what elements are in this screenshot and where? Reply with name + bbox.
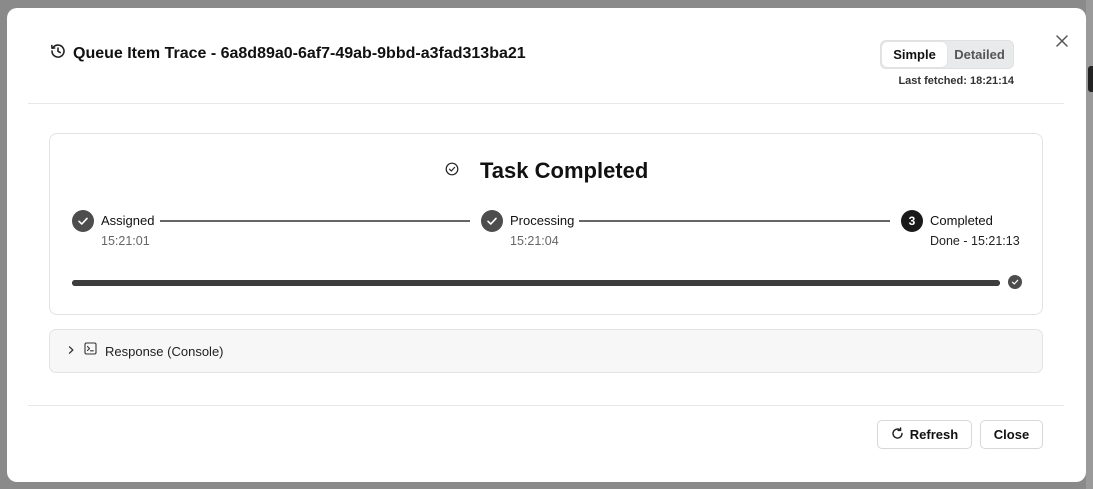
dialog-header: Queue Item Trace - 6a8d89a0-6af7-49ab-9b… [50, 43, 526, 64]
step-time: Done - 15:21:13 [930, 234, 1020, 248]
progress-fill [72, 280, 1000, 286]
status-card: Task Completed Assigned 15:21:01 Process… [49, 133, 1043, 315]
last-fetched: Last fetched: 18:21:14 [898, 75, 1014, 87]
terminal-icon [84, 342, 97, 360]
progress-bar [72, 280, 1000, 286]
backdrop [1086, 0, 1093, 489]
history-icon [50, 43, 66, 64]
status-heading: Task Completed [445, 158, 648, 184]
step-label: Completed [930, 213, 993, 228]
step-time: 15:21:04 [510, 234, 559, 248]
refresh-label: Refresh [909, 427, 959, 442]
response-label: Response (Console) [105, 343, 224, 359]
toggle-detailed[interactable]: Detailed [947, 42, 1012, 67]
close-label: Close [993, 427, 1030, 442]
check-circle-icon [445, 162, 459, 181]
step-label: Processing [510, 213, 575, 228]
progress-check-icon [1008, 275, 1022, 289]
step-connector [160, 220, 470, 222]
step-processing: Processing 15:21:04 [481, 210, 574, 248]
step-time: 15:21:01 [101, 234, 150, 248]
status-title: Task Completed [480, 158, 649, 183]
step-assigned: Assigned 15:21:01 [72, 210, 154, 248]
header-divider [28, 103, 1064, 104]
background-element [1088, 66, 1093, 92]
refresh-button[interactable]: Refresh [877, 420, 972, 449]
footer-divider [28, 405, 1064, 406]
step-number: 3 [901, 210, 923, 232]
check-icon [72, 210, 94, 232]
toggle-simple[interactable]: Simple [882, 42, 947, 67]
step-label: Assigned [101, 213, 155, 228]
refresh-icon [891, 426, 904, 443]
step-completed: 3 Completed Done - 15:21:13 [901, 210, 1020, 248]
view-toggle: Simple Detailed [880, 40, 1014, 69]
close-icon[interactable] [1053, 32, 1071, 50]
dialog-title: Queue Item Trace - 6a8d89a0-6af7-49ab-9b… [73, 44, 526, 62]
queue-item-trace-dialog: Queue Item Trace - 6a8d89a0-6af7-49ab-9b… [7, 8, 1086, 482]
close-button[interactable]: Close [980, 420, 1043, 449]
response-accordion[interactable]: Response (Console) [49, 329, 1043, 373]
step-connector [579, 220, 890, 222]
chevron-right-icon [66, 342, 76, 360]
check-icon [481, 210, 503, 232]
